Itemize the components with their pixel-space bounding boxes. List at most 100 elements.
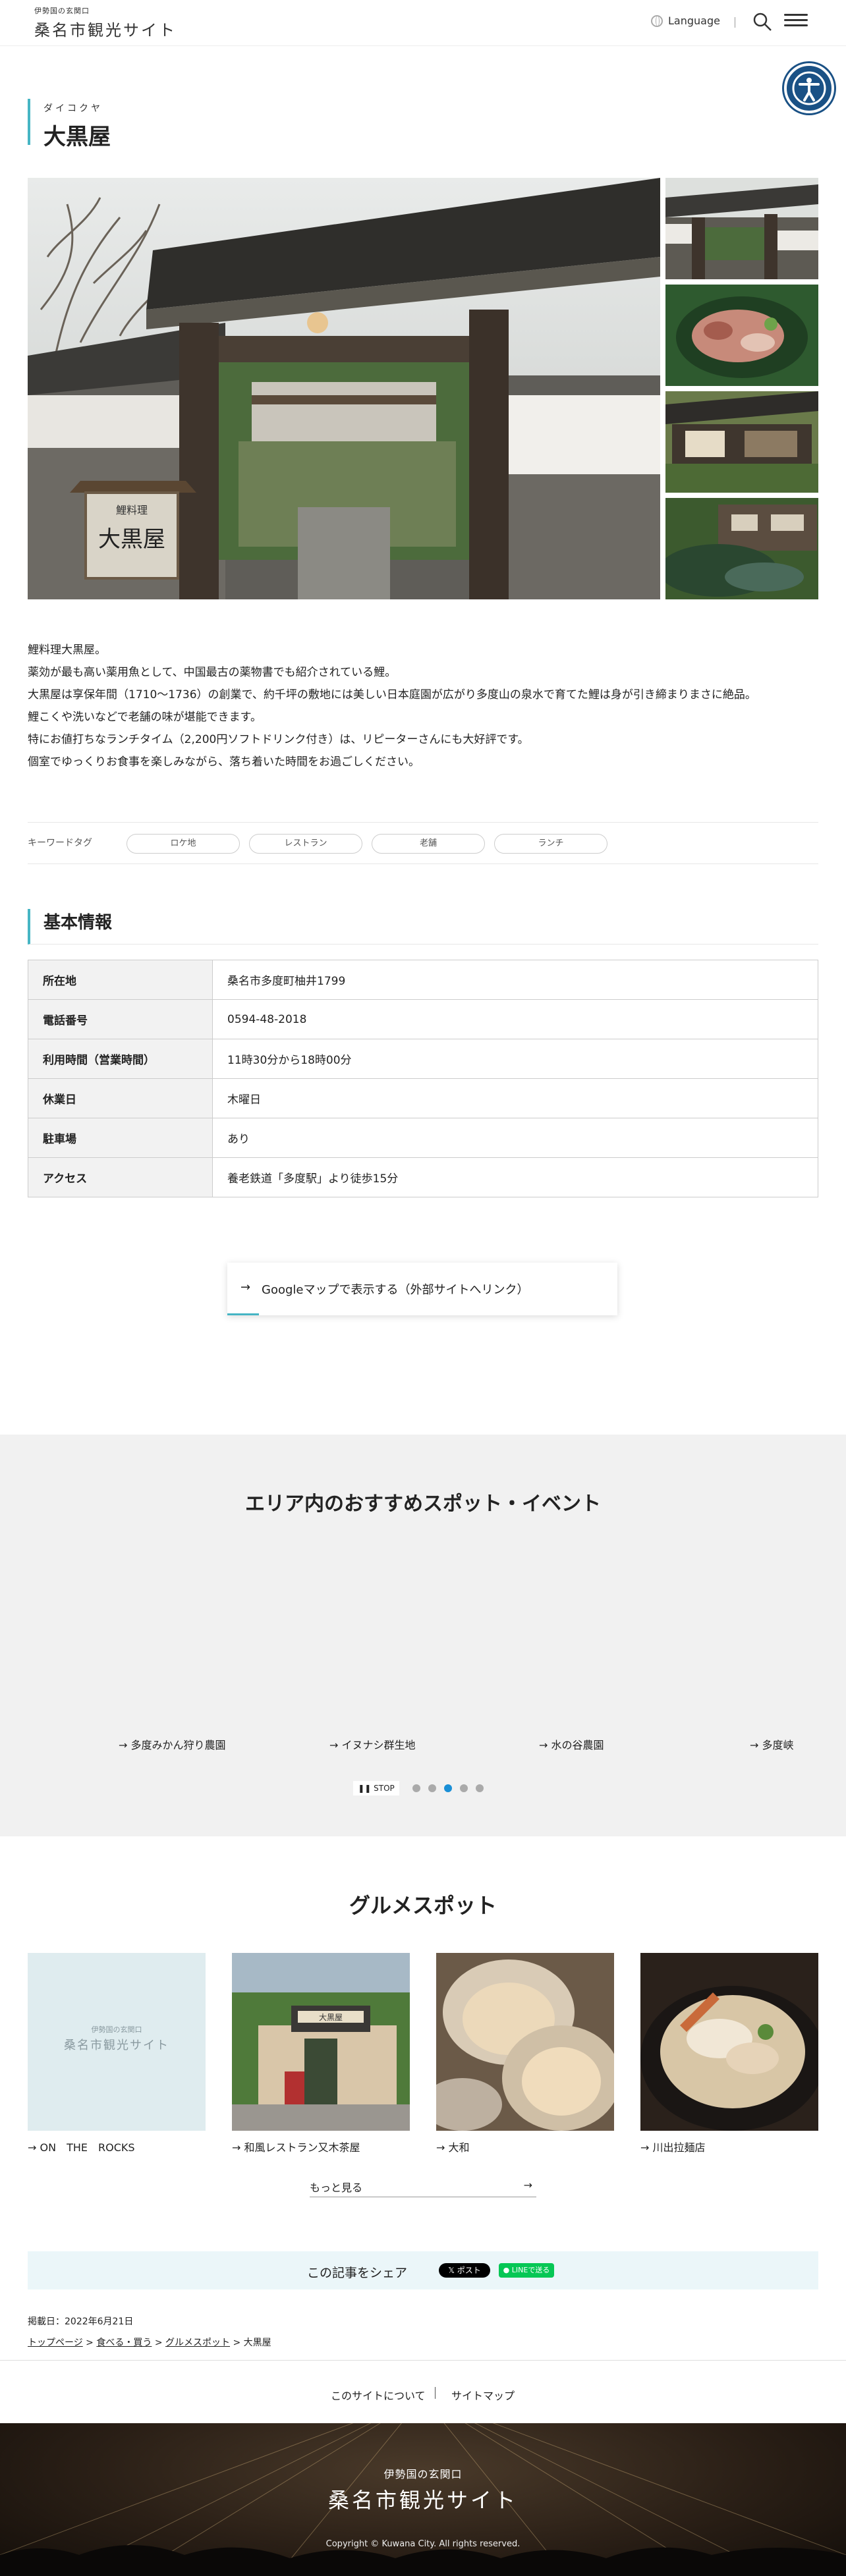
hamburger-menu-button[interactable]	[783, 11, 809, 33]
breadcrumb: トップページ > 食べる・買う > グルメスポット > 大黒屋	[28, 2338, 271, 2348]
footer-links: このサイトについて サイトマップ	[0, 2360, 846, 2423]
footer-subtitle: 伊勢国の玄関口	[383, 2468, 463, 2480]
gallery-thumbnail[interactable]	[665, 391, 818, 493]
arrow-right-icon: →	[523, 2179, 532, 2191]
card-sign-text: 大黒屋	[319, 2013, 343, 2022]
slider-dot[interactable]	[460, 1784, 468, 1792]
stop-label: STOP	[374, 1784, 395, 1793]
link-divider	[435, 2387, 436, 2399]
card-label: → 大和	[436, 2141, 470, 2154]
search-button[interactable]	[751, 11, 774, 33]
logo-subtitle: 伊勢国の玄関口	[34, 7, 90, 15]
keyword-label: キーワードタグ	[28, 838, 92, 848]
recommended-item-label: イヌナシ群生地	[341, 1739, 416, 1751]
recommended-item[interactable]: → 多度峡	[750, 1736, 794, 1752]
table-row: 所在地 桑名市多度町柚井1799	[28, 960, 818, 1000]
page-title-block: ダイコクヤ 大黒屋	[28, 99, 111, 150]
info-value: 桑名市多度町柚井1799	[212, 960, 818, 1000]
recommended-item[interactable]: → 水の谷農園	[539, 1736, 604, 1752]
x-post-button[interactable]: 𝕏 ポスト	[439, 2263, 490, 2278]
arrow-right-icon: →	[539, 1739, 551, 1751]
info-value: 木曜日	[212, 1078, 818, 1118]
site-logo[interactable]: 伊勢国の玄関口 桑名市観光サイト	[34, 5, 177, 40]
info-value: 11時30分から18時00分	[212, 1039, 818, 1079]
gourmet-card[interactable]: 伊勢国の玄関口 桑名市観光サイト → ON THE ROCKS	[28, 1953, 206, 2154]
slider-dot[interactable]	[428, 1784, 436, 1792]
keyword-tag[interactable]: ロケ地	[127, 834, 240, 854]
breadcrumb-link[interactable]: トップページ	[28, 2338, 83, 2348]
gourmet-card[interactable]: 大黒屋 → 和風レストラン又木茶屋	[232, 1953, 410, 2154]
arrow-right-icon: →	[240, 1280, 251, 1294]
search-icon	[753, 13, 772, 31]
language-selector[interactable]: Language	[651, 14, 720, 27]
slider-dot[interactable]	[412, 1784, 420, 1792]
slider-dot[interactable]	[476, 1784, 484, 1792]
x-logo-icon: 𝕏	[448, 2266, 457, 2275]
gourmet-card[interactable]: → 川出拉麺店	[640, 1953, 818, 2154]
button-accent-bar	[227, 1313, 259, 1315]
line-logo-icon: ●	[503, 2266, 512, 2274]
page-title: 大黒屋	[43, 124, 111, 150]
footer-title[interactable]: 桑名市観光サイト	[0, 2484, 846, 2514]
info-key: 所在地	[28, 960, 213, 1000]
table-row: 休業日 木曜日	[28, 1078, 818, 1118]
info-value: あり	[212, 1118, 818, 1158]
pause-icon: ❚❚	[358, 1784, 374, 1793]
arrow-right-icon: →	[119, 1739, 131, 1751]
info-value: 0594-48-2018	[212, 999, 818, 1039]
info-value: 養老鉄道「多度駅」より徒歩15分	[212, 1157, 818, 1197]
recommended-item-label: 多度みかん狩り農園	[130, 1739, 226, 1751]
slider-stop-button[interactable]: ❚❚ STOP	[353, 1781, 399, 1795]
google-map-label: Googleマップで表示する（外部サイトへリンク）	[262, 1283, 529, 1297]
keyword-tags: キーワードタグ ロケ地 レストラン 老舗 ランチ	[28, 822, 818, 864]
keyword-tag[interactable]: 老舗	[372, 834, 485, 854]
table-row: 駐車場 あり	[28, 1118, 818, 1158]
gallery-thumbnail[interactable]	[665, 178, 818, 279]
table-row: 利用時間（営業時間） 11時30分から18時00分	[28, 1039, 818, 1079]
title-ruby: ダイコクヤ	[43, 103, 103, 114]
info-key: 休業日	[28, 1078, 213, 1118]
accessibility-icon	[792, 71, 826, 105]
line-share-button[interactable]: ● LINEで送る	[499, 2263, 554, 2278]
card-image: 大黒屋	[232, 1953, 410, 2131]
info-key: アクセス	[28, 1157, 213, 1197]
recommended-item-label: 水の谷農園	[551, 1739, 604, 1751]
arrow-right-icon: →	[640, 2141, 653, 2154]
arrow-right-icon: →	[232, 2141, 244, 2154]
svg-text:鯉料理: 鯉料理	[116, 504, 148, 516]
shop-sign: 大黒屋	[98, 526, 165, 553]
slider-dot[interactable]	[444, 1784, 452, 1792]
card-label: → 和風レストラン又木茶屋	[232, 2141, 360, 2154]
more-button[interactable]: もっと見る →	[310, 2174, 536, 2197]
google-map-button[interactable]: → Googleマップで表示する（外部サイトへリンク）	[227, 1263, 617, 1315]
menu-line	[784, 24, 808, 26]
keyword-tag[interactable]: レストラン	[249, 834, 362, 854]
description-line: 特にお値打ちなランチタイム（2,200円ソフトドリンク付き）は、リピーターさんに…	[28, 733, 529, 746]
about-site-link[interactable]: このサイトについて	[331, 2387, 426, 2403]
card-placeholder-image: 伊勢国の玄関口 桑名市観光サイト	[28, 1953, 206, 2131]
table-row: アクセス 養老鉄道「多度駅」より徒歩15分	[28, 1157, 818, 1197]
breadcrumb-current: 大黒屋	[243, 2338, 271, 2348]
card-label: → ON THE ROCKS	[28, 2141, 135, 2154]
basic-info-table: 所在地 桑名市多度町柚井1799 電話番号 0594-48-2018 利用時間（営業…	[28, 960, 818, 1197]
more-label: もっと見る	[310, 2181, 363, 2194]
recommended-item[interactable]: → 多度みかん狩り農園	[119, 1736, 226, 1752]
info-key: 駐車場	[28, 1118, 213, 1158]
basic-info-heading: 基本情報	[28, 909, 818, 945]
description-line: 鯉こくや洗いなどで老舗の味が堪能できます。	[28, 711, 262, 724]
share-label: この記事をシェア	[307, 2266, 408, 2280]
gallery-thumbnail[interactable]	[665, 285, 818, 386]
sitemap-link[interactable]: サイトマップ	[451, 2387, 515, 2403]
breadcrumb-link[interactable]: 食べる・買う	[96, 2338, 152, 2348]
site-header: 伊勢国の玄関口 桑名市観光サイト Language	[0, 0, 846, 46]
keyword-tag[interactable]: ランチ	[494, 834, 607, 854]
logo-title: 桑名市観光サイト	[34, 21, 177, 40]
recommended-section: エリア内のおすすめスポット・イベント → 多度みかん狩り農園 → イヌナシ群生地…	[0, 1435, 846, 1836]
recommended-item[interactable]: → イヌナシ群生地	[329, 1736, 416, 1752]
breadcrumb-link[interactable]: グルメスポット	[165, 2338, 230, 2348]
table-row: 電話番号 0594-48-2018	[28, 999, 818, 1039]
gallery-thumbnail[interactable]	[665, 498, 818, 599]
arrow-right-icon: →	[329, 1739, 342, 1751]
gourmet-card[interactable]: → 大和	[436, 1953, 614, 2154]
accessibility-button[interactable]	[784, 63, 834, 113]
